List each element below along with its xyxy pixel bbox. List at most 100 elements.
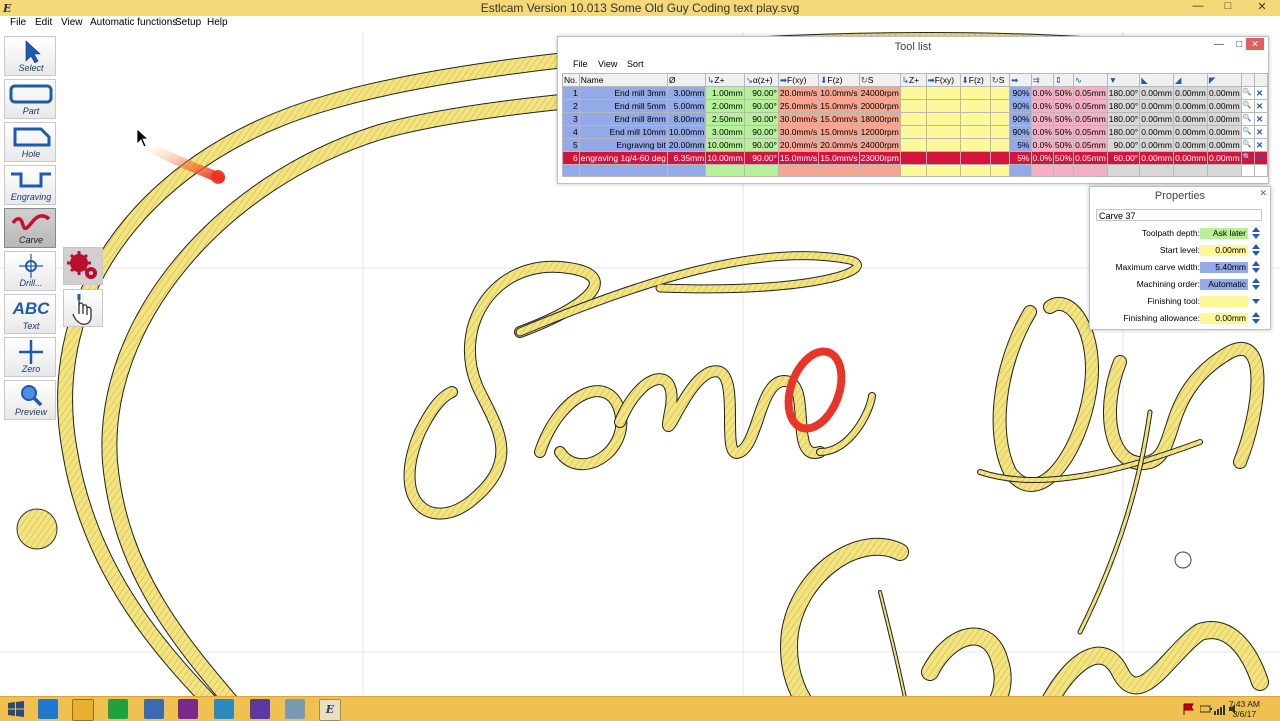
tool-cell-p2[interactable]: 0.0% [1030,151,1054,165]
search-tool-icon[interactable]: 🔍 [1240,138,1256,152]
engraving-tool-button[interactable]: Engraving [4,165,56,205]
tool-list-menu-view[interactable]: View [598,59,617,69]
tool-cell-empty[interactable] [899,112,927,126]
tool-cell-empty[interactable] [899,86,927,100]
tool-cell-m1[interactable]: 0.00mm [1139,125,1174,139]
tool-cell-name[interactable]: End mill 3mm [578,86,668,100]
tool-cell-a[interactable]: 90.00° [743,125,779,139]
tool-cell-empty[interactable] [899,125,927,139]
delete-tool-icon[interactable]: ✕ [1254,99,1268,113]
tool-cell-m2[interactable]: 0.00mm [1172,99,1208,113]
property-value[interactable]: 0.00mm [1200,313,1248,324]
property-value[interactable]: 0.00mm [1200,245,1248,256]
tool-cell-m2[interactable]: 0.00mm [1172,112,1208,126]
col-fz-2[interactable]: ⬇F(z) [959,73,991,87]
tool-cell-name[interactable]: End mill 8mm [578,112,668,126]
tool-cell-empty[interactable] [1106,164,1141,177]
tool-cell-empty[interactable] [1030,164,1054,177]
tool-cell-empty[interactable] [1139,164,1174,177]
drill-tool-button[interactable]: Drill... [4,251,56,291]
tool-list-menu-sort[interactable]: Sort [627,59,644,69]
tool-cell-p2[interactable]: 0.0% [1030,112,1054,126]
tool-cell-empty[interactable] [899,138,927,152]
tool-cell-empty[interactable] [666,164,707,177]
tool-cell-m3[interactable]: 0.00mm [1206,112,1242,126]
tool-cell-no[interactable]: 5 [562,138,580,152]
tool-cell-empty[interactable] [959,151,991,165]
menu-automatic-functions[interactable]: Automatic functions [90,17,177,28]
network-icon[interactable] [144,699,164,719]
tool-cell-empty[interactable] [858,164,901,177]
tool-cell-s[interactable]: 24000rpm [858,86,901,100]
col-diameter[interactable]: Ø [666,73,707,87]
tool-cell-z[interactable]: 10.00mm [705,138,745,152]
hand-tool-button[interactable] [63,289,103,327]
tool-cell-a[interactable]: 90.00° [743,138,779,152]
tool-cell-m3[interactable]: 0.00mm [1206,151,1242,165]
tool-cell-empty[interactable] [959,99,991,113]
file-explorer-icon[interactable] [72,699,94,721]
tool-cell-p4[interactable]: 0.05mm [1072,151,1108,165]
col-speed[interactable]: ↻S [858,73,901,87]
tool-cell-empty[interactable] [1206,164,1242,177]
tool-cell-d[interactable]: 10.00mm [666,125,707,139]
tool-cell-empty[interactable] [925,99,961,113]
object-name-field[interactable]: Carve 37 [1096,209,1262,221]
tool-cell-empty[interactable] [959,164,991,177]
tool-cell-z[interactable]: 3.00mm [705,125,745,139]
tool-cell-empty[interactable] [925,112,961,126]
calendar-app-icon[interactable] [178,699,198,719]
minimize-button[interactable]: — [1186,0,1210,12]
close-button[interactable]: ✕ [1250,0,1274,13]
tool-cell-a[interactable]: 90.00° [743,151,779,165]
tool-cell-empty[interactable] [743,164,779,177]
col-fz[interactable]: ⬇F(z) [818,73,860,87]
tool-cell-fxy[interactable]: 20.0mm/s [777,86,820,100]
tool-cell-empty[interactable] [925,138,961,152]
select-tool-button[interactable]: Select [4,36,56,76]
tool-cell-z[interactable]: 2.00mm [705,99,745,113]
tool-cell-s[interactable]: 18000rpm [858,112,901,126]
tool-cell-fz[interactable]: 20.0mm/s [818,138,860,152]
settings-gear-button[interactable] [63,247,103,285]
tool-cell-empty[interactable] [989,86,1011,100]
tool-cell-m2[interactable]: 0.00mm [1172,125,1208,139]
tool-cell-a[interactable]: 90.00° [743,99,779,113]
tool-cell-s[interactable]: 24000rpm [858,138,901,152]
tool-list-window[interactable]: Tool list — □ ✕ File View Sort No. Name … [557,36,1269,184]
col-stepover[interactable]: ➡ [1009,73,1032,87]
col-name[interactable]: Name [578,73,668,87]
tool-row[interactable]: 1 End mill 3mm 3.00mm 1.00mm 90.00° 20.0mm/s 1… [562,86,1268,100]
tool-cell-p4[interactable]: 0.05mm [1072,125,1108,139]
tool-cell-m3[interactable]: 0.00mm [1206,99,1242,113]
col-fxy[interactable]: ➡F(xy) [777,73,820,87]
tool-cell-a[interactable]: 90.00° [743,112,779,126]
col-angle[interactable]: ↘α(z+) [743,73,779,87]
property-value[interactable]: Automatic [1200,279,1248,290]
col-wave[interactable]: ∿ [1072,73,1108,87]
tool-cell-p2[interactable]: 0.0% [1030,99,1054,113]
tool-cell-fz[interactable]: 15.0mm/s [818,112,860,126]
tool-cell-p1[interactable]: 90% [1009,99,1032,113]
tool-cell-p3[interactable]: 50% [1052,125,1074,139]
tool-cell-p3[interactable]: 50% [1052,112,1074,126]
tool-cell-d[interactable]: 8.00mm [666,112,707,126]
tool-cell-empty[interactable] [777,164,820,177]
search-tool-icon[interactable]: 🔍 [1240,86,1256,100]
store-icon[interactable] [108,699,128,719]
tool-cell-empty[interactable] [925,125,961,139]
tool-cell-d[interactable]: 20.00mm [666,138,707,152]
spinner-icon[interactable] [1251,227,1261,239]
spinner-icon[interactable] [1251,278,1261,290]
tool-cell-z[interactable]: 1.00mm [705,86,745,100]
tool-cell-p3[interactable]: 50% [1052,99,1074,113]
tool-cell-empty[interactable] [818,164,860,177]
tool-cell-empty[interactable] [1052,164,1074,177]
search-tool-icon[interactable]: 🔍 [1240,99,1256,113]
tool-cell-s[interactable]: 20000rpm [858,99,901,113]
tool-cell-m1[interactable]: 0.00mm [1139,99,1174,113]
tool-cell-m3[interactable]: 0.00mm [1206,125,1242,139]
tool-cell-p1[interactable]: 90% [1009,125,1032,139]
tool-cell-ang[interactable]: 180.00° [1106,112,1141,126]
tool-cell-s[interactable]: 12000rpm [858,125,901,139]
